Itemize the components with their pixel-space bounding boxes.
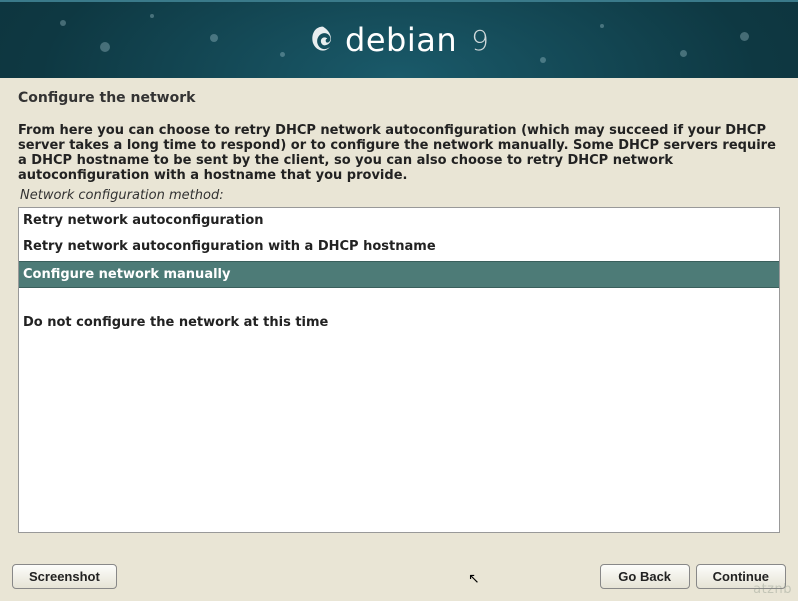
network-method-listbox[interactable]: Retry network autoconfigurationRetry net… [18,207,780,533]
brand-version: 9 [471,24,489,57]
brand: debian 9 [309,21,489,59]
list-item[interactable]: Configure network manually [19,261,779,289]
footer-right: Go Back Continue [600,564,786,589]
page-title: Configure the network [18,90,780,106]
go-back-button[interactable]: Go Back [600,564,690,589]
debian-swirl-icon [309,24,337,56]
list-item[interactable]: Retry network autoconfiguration with a D… [19,234,779,261]
continue-button[interactable]: Continue [696,564,786,589]
field-label: Network configuration method: [20,188,780,203]
list-item[interactable]: Do not configure the network at this tim… [19,310,779,337]
content-area: Configure the network From here you can … [0,78,798,533]
installer-header: debian 9 [0,0,798,78]
list-spacer [19,288,779,310]
list-item[interactable]: Retry network autoconfiguration [19,208,779,235]
screenshot-button[interactable]: Screenshot [12,564,117,589]
brand-text: debian [345,21,457,59]
footer: Screenshot Go Back Continue [0,564,798,589]
page-description: From here you can choose to retry DHCP n… [18,124,780,184]
